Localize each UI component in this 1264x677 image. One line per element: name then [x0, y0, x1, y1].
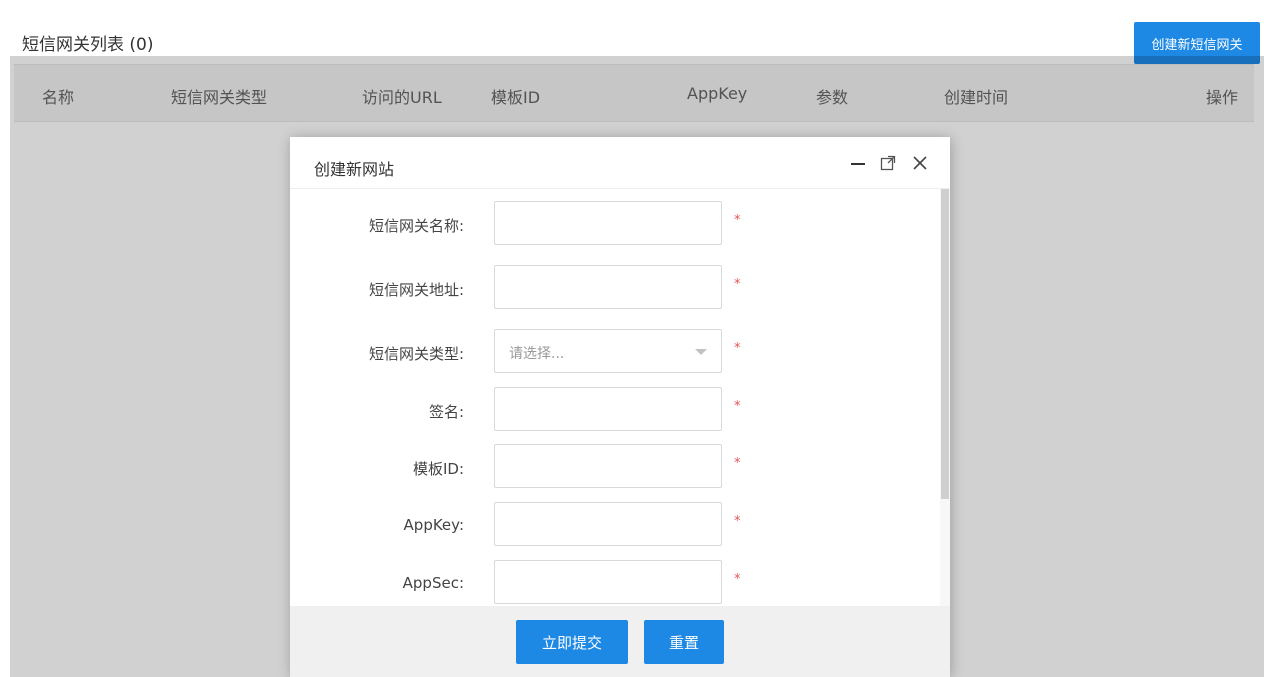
gateway-address-input[interactable] — [494, 265, 722, 309]
required-mark: * — [734, 277, 741, 292]
template-id-label: 模板ID: — [412, 460, 464, 478]
required-mark: * — [734, 341, 741, 356]
appsec-label: AppSec: — [402, 574, 464, 592]
required-mark: * — [734, 572, 741, 587]
form-row-template-id: 模板ID: * — [290, 444, 930, 490]
form-row-gateway-type: 短信网关类型: 请选择... * — [290, 329, 930, 375]
select-placeholder: 请选择... — [509, 346, 565, 362]
required-mark: * — [734, 213, 741, 228]
signature-input[interactable] — [494, 387, 722, 431]
form-row-appkey: AppKey: * — [290, 502, 930, 548]
appsec-input[interactable] — [494, 560, 722, 604]
appkey-label: AppKey: — [403, 516, 464, 534]
create-dialog: 创建新网站 短信网关名称: * 短信网关地址: * 短信网关类型: 请选择...… — [290, 137, 950, 677]
required-mark: * — [734, 514, 741, 529]
gateway-address-label: 短信网关地址: — [368, 281, 464, 299]
gateway-type-label: 短信网关类型: — [368, 345, 464, 363]
dialog-body: 短信网关名称: * 短信网关地址: * 短信网关类型: 请选择... * 签名:… — [290, 189, 950, 606]
dialog-scrollbar-thumb[interactable] — [941, 189, 949, 499]
dialog-header[interactable]: 创建新网站 — [290, 137, 950, 189]
appkey-input[interactable] — [494, 502, 722, 546]
form-row-signature: 签名: * — [290, 387, 930, 433]
gateway-name-input[interactable] — [494, 201, 722, 245]
form-row-gateway-name: 短信网关名称: * — [290, 201, 930, 247]
reset-button[interactable]: 重置 — [644, 620, 724, 664]
dialog-title: 创建新网站 — [314, 160, 395, 179]
signature-label: 签名: — [428, 403, 464, 421]
gateway-type-select[interactable]: 请选择... — [494, 329, 722, 373]
template-id-input[interactable] — [494, 444, 722, 488]
form-row-appsec: AppSec: * — [290, 560, 930, 606]
gateway-name-label: 短信网关名称: — [368, 217, 464, 235]
required-mark: * — [734, 399, 741, 414]
submit-button[interactable]: 立即提交 — [516, 620, 628, 664]
maximize-icon[interactable] — [876, 151, 900, 175]
form-row-gateway-address: 短信网关地址: * — [290, 265, 930, 311]
page-title: 短信网关列表 (0) — [22, 35, 154, 55]
close-icon[interactable] — [908, 151, 932, 175]
minimize-icon[interactable] — [846, 151, 870, 175]
dialog-footer: 立即提交 重置 — [290, 606, 950, 677]
chevron-down-icon — [695, 349, 707, 355]
dialog-scrollbar[interactable] — [940, 189, 950, 606]
required-mark: * — [734, 456, 741, 471]
